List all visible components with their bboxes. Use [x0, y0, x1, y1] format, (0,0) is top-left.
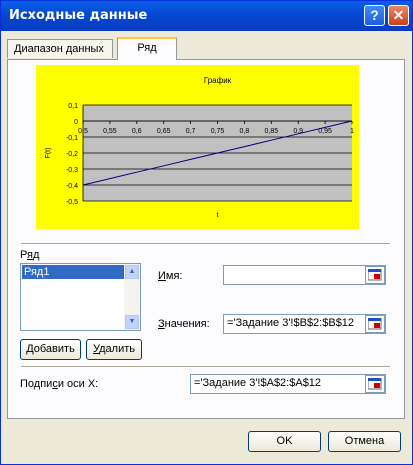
- y-tick-label: 0,1: [68, 103, 78, 110]
- x-tick-label: 0,7: [186, 128, 196, 135]
- delete-series-button[interactable]: Удалить: [86, 339, 142, 360]
- range-select-icon: [368, 378, 382, 390]
- x-tick-label: 0,95: [318, 128, 332, 135]
- y-tick-label: 0: [74, 119, 78, 126]
- list-scrollbar[interactable]: ▲ ▼: [124, 264, 140, 330]
- chart-svg: 0,1 0 -0,1 -0,2 -0,3 -0,4 -0,5 0,5 0,55 0,6 0,65 0,…: [45, 76, 354, 219]
- cancel-button[interactable]: Отмена: [328, 431, 401, 452]
- tab-series[interactable]: Ряд: [117, 37, 177, 60]
- x-tick-label: 1: [350, 128, 354, 135]
- range-select-icon: [368, 318, 382, 330]
- values-collapse-button[interactable]: [365, 315, 385, 333]
- scroll-up-icon[interactable]: ▲: [125, 265, 139, 279]
- add-series-button[interactable]: Добавить: [20, 339, 81, 360]
- x-tick-label: 0,8: [240, 128, 250, 135]
- separator: [21, 243, 390, 245]
- x-labels-input[interactable]: ='Задание 3'!$A$2:$A$12: [190, 374, 386, 394]
- x-tick-label: 0,85: [264, 128, 278, 135]
- range-select-icon: [368, 269, 382, 281]
- values-label: Значения:: [158, 318, 210, 330]
- series-list-item[interactable]: Ряд1: [22, 265, 126, 279]
- y-tick-label: -0,3: [66, 167, 78, 174]
- x-tick-label: 0,55: [103, 128, 117, 135]
- values-input[interactable]: ='Задание 3'!$B$2:$B$12: [223, 314, 386, 334]
- separator: [21, 366, 390, 368]
- chart-title: График: [204, 76, 232, 85]
- x-tick-label: 0,65: [157, 128, 171, 135]
- window-title: Исходные данные: [9, 8, 148, 23]
- x-tick-label: 0,75: [211, 128, 225, 135]
- title-bar[interactable]: Исходные данные ? ✕: [1, 1, 412, 31]
- series-listbox[interactable]: Ряд1 ▲ ▼: [20, 263, 141, 331]
- x-tick-label: 0,5: [78, 128, 88, 135]
- x-labels-label: Подписи оси X:: [20, 378, 99, 390]
- series-group-label: Ряд: [20, 249, 40, 261]
- chart-preview: 0,1 0 -0,1 -0,2 -0,3 -0,4 -0,5 0,5 0,55 0,6 0,65 0,…: [36, 65, 359, 229]
- scroll-down-icon[interactable]: ▼: [125, 315, 139, 329]
- close-button[interactable]: ✕: [388, 5, 409, 26]
- tab-data-range[interactable]: Диапазон данных: [7, 39, 113, 58]
- x-axis-title: t: [217, 212, 219, 219]
- x-labels-collapse-button[interactable]: [365, 375, 385, 393]
- y-tick-label: -0,2: [66, 151, 78, 158]
- name-input[interactable]: [223, 265, 386, 285]
- y-axis-title: F(t): [45, 148, 52, 159]
- y-tick-label: -0,1: [66, 135, 78, 142]
- y-tick-label: -0,5: [66, 199, 78, 206]
- ok-button[interactable]: OK: [248, 431, 321, 452]
- name-collapse-button[interactable]: [365, 266, 385, 284]
- x-tick-label: 0,6: [132, 128, 142, 135]
- y-tick-label: -0,4: [66, 183, 78, 190]
- help-button[interactable]: ?: [364, 5, 385, 26]
- name-label: Имя:: [158, 270, 183, 282]
- dialog-window: Исходные данные ? ✕ Диапазон данных Ряд …: [0, 0, 413, 465]
